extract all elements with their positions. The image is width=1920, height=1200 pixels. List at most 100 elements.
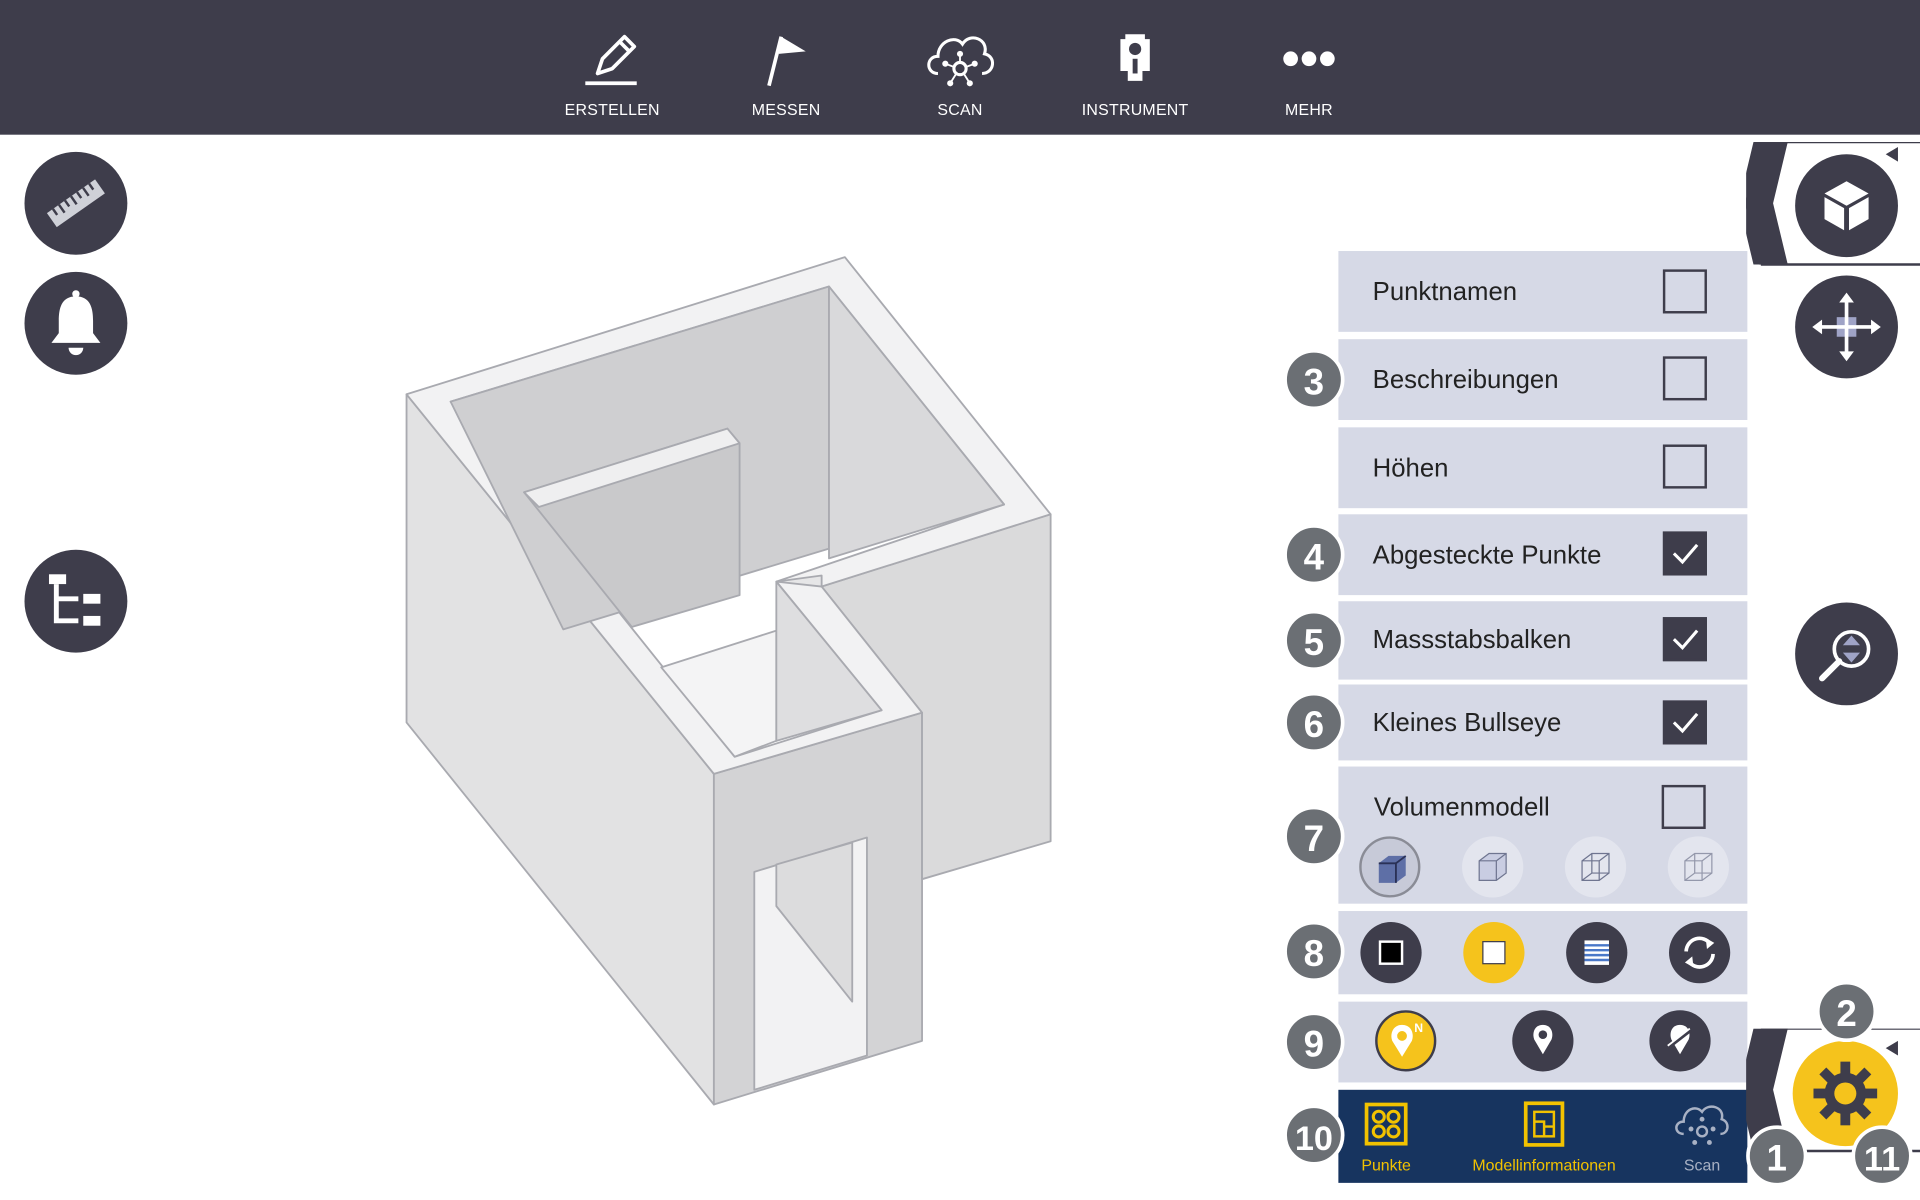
tab-punkte[interactable]: Punkte	[1338, 1090, 1434, 1183]
setting-label-hoehen: Höhen	[1372, 454, 1449, 483]
setting-row-kleines-bullseye: Kleines Bullseye	[1338, 684, 1748, 761]
pencil-icon	[585, 34, 637, 86]
location-off-button[interactable]	[1649, 1010, 1711, 1072]
flag-icon	[767, 36, 806, 87]
color-black-button[interactable]	[1360, 922, 1422, 984]
solid-cube-icon	[1378, 855, 1407, 883]
model-info-icon	[1523, 1101, 1565, 1147]
tab-modellinformationen-label: Modellinformationen	[1472, 1155, 1616, 1175]
toolbar-scan[interactable]: SCAN	[874, 0, 1045, 135]
cloud-scan-icon	[927, 36, 994, 87]
checkmark-icon	[1672, 712, 1699, 734]
ruler-icon	[46, 179, 105, 228]
tab-scan[interactable]: Scan	[1657, 1090, 1748, 1183]
toolbar-erstellen[interactable]: ERSTELLEN	[527, 0, 698, 135]
toolbar-mehr[interactable]: MEHR	[1223, 0, 1394, 135]
bottom-tab-bar: Punkte Modellinformationen Scan	[1338, 1089, 1748, 1183]
striped-square-icon	[1584, 940, 1609, 965]
setting-label-volumenmodell: Volumenmodell	[1373, 793, 1550, 822]
points-icon	[1364, 1102, 1408, 1146]
shaded-cube-icon	[1478, 852, 1507, 882]
zoom-extents-button[interactable]	[1795, 602, 1898, 706]
svg-text:N: N	[1414, 1021, 1423, 1035]
pin-icon	[1533, 1024, 1553, 1055]
north-pin-icon: N	[1391, 1021, 1423, 1057]
notifications-button[interactable]	[24, 271, 128, 375]
wireframe-cube-icon	[1684, 852, 1713, 882]
callout-6: 6	[1283, 691, 1345, 754]
checkbox-kleines-bullseye[interactable]	[1662, 700, 1707, 745]
setting-row-massstabsbalken: Massstabsbalken	[1338, 601, 1748, 680]
callout-9: 9	[1283, 1011, 1345, 1073]
app-screen: ERSTELLEN MESSEN SCAN INSTRUMENT MEHR Pu…	[0, 0, 1920, 1200]
volume-wireframe-button[interactable]	[1667, 836, 1729, 898]
scan-icon	[1675, 1105, 1729, 1145]
callout-1: 1	[1746, 1125, 1808, 1187]
color-white-button[interactable]	[1463, 922, 1525, 984]
more-icon	[1283, 51, 1335, 67]
location-north-button[interactable]: N	[1375, 1010, 1437, 1072]
tab-scan-label: Scan	[1683, 1155, 1721, 1175]
volume-transparent-button[interactable]	[1564, 836, 1627, 898]
volume-shaded-button[interactable]	[1462, 836, 1524, 898]
zoom-extents-icon	[1818, 630, 1871, 682]
tab-modellinformationen[interactable]: Modellinformationen	[1451, 1090, 1637, 1183]
color-striped-button[interactable]	[1566, 922, 1628, 984]
setting-label-beschreibungen: Beschreibungen	[1372, 366, 1559, 395]
toolbar-erstellen-label: ERSTELLEN	[564, 100, 660, 119]
setting-row-punktnamen: Punktnamen	[1338, 251, 1748, 332]
bell-icon	[51, 290, 101, 356]
callout-8: 8	[1283, 920, 1345, 983]
checkbox-punktnamen[interactable]	[1662, 269, 1707, 314]
toolbar-messen[interactable]: MESSEN	[700, 0, 871, 135]
callout-2: 2	[1815, 980, 1878, 1043]
setting-row-color-mode	[1338, 911, 1748, 995]
callout-10: 10	[1283, 1104, 1345, 1166]
checkbox-beschreibungen[interactable]	[1662, 356, 1707, 401]
toolbar-messen-label: MESSEN	[751, 100, 821, 119]
checkbox-volumenmodell[interactable]	[1661, 784, 1706, 829]
callout-11: 11	[1851, 1125, 1913, 1187]
toolbar-scan-label: SCAN	[937, 100, 983, 119]
callout-7: 7	[1283, 805, 1345, 867]
setting-label-massstabsbalken: Massstabsbalken	[1372, 625, 1572, 654]
tab-punkte-label: Punkte	[1361, 1155, 1411, 1175]
setting-row-hoehen: Höhen	[1338, 427, 1748, 509]
setting-row-location: N	[1338, 1001, 1748, 1083]
setting-row-beschreibungen: Beschreibungen	[1338, 339, 1748, 421]
color-cycle-button[interactable]	[1668, 922, 1731, 984]
callout-3: 3	[1283, 348, 1345, 411]
black-square-icon	[1378, 940, 1404, 965]
toolbar-instrument-label: INSTRUMENT	[1081, 100, 1189, 119]
checkmark-icon	[1672, 629, 1699, 651]
pin-off-icon	[1667, 1024, 1693, 1055]
pan-button[interactable]	[1795, 275, 1898, 379]
3d-model-view[interactable]	[392, 245, 1078, 1127]
toolbar-mehr-label: MEHR	[1285, 100, 1333, 119]
white-square-icon	[1482, 941, 1506, 965]
checkmark-icon	[1672, 543, 1699, 565]
layers-tree-button[interactable]	[24, 549, 128, 653]
view-cube-icon	[1824, 181, 1869, 231]
checkbox-hoehen[interactable]	[1662, 444, 1707, 489]
volume-solid-button[interactable]	[1359, 836, 1421, 898]
toolbar-instrument[interactable]: INSTRUMENT	[1049, 0, 1220, 135]
setting-label-kleines-bullseye: Kleines Bullseye	[1372, 708, 1562, 738]
setting-row-volumenmodell: Volumenmodell	[1338, 766, 1748, 904]
location-pin-button[interactable]	[1512, 1010, 1574, 1072]
setting-label-abgesteckte-punkte: Abgesteckte Punkte	[1372, 541, 1602, 570]
checkbox-abgesteckte-punkte[interactable]	[1662, 531, 1707, 576]
refresh-icon	[1684, 936, 1715, 969]
setting-row-abgesteckte-punkte: Abgesteckte Punkte	[1338, 514, 1748, 596]
callout-5: 5	[1283, 609, 1345, 672]
transparent-cube-icon	[1581, 852, 1610, 882]
instrument-icon	[1120, 34, 1150, 81]
pan-icon	[1812, 292, 1881, 362]
setting-label-punktnamen: Punktnamen	[1372, 277, 1518, 307]
tree-icon	[48, 574, 101, 626]
top-toolbar: ERSTELLEN MESSEN SCAN INSTRUMENT MEHR	[0, 0, 1920, 135]
view-cube-button[interactable]	[1795, 154, 1898, 258]
callout-4: 4	[1283, 524, 1345, 586]
measure-ruler-button[interactable]	[24, 151, 128, 255]
checkbox-massstabsbalken[interactable]	[1662, 617, 1707, 662]
